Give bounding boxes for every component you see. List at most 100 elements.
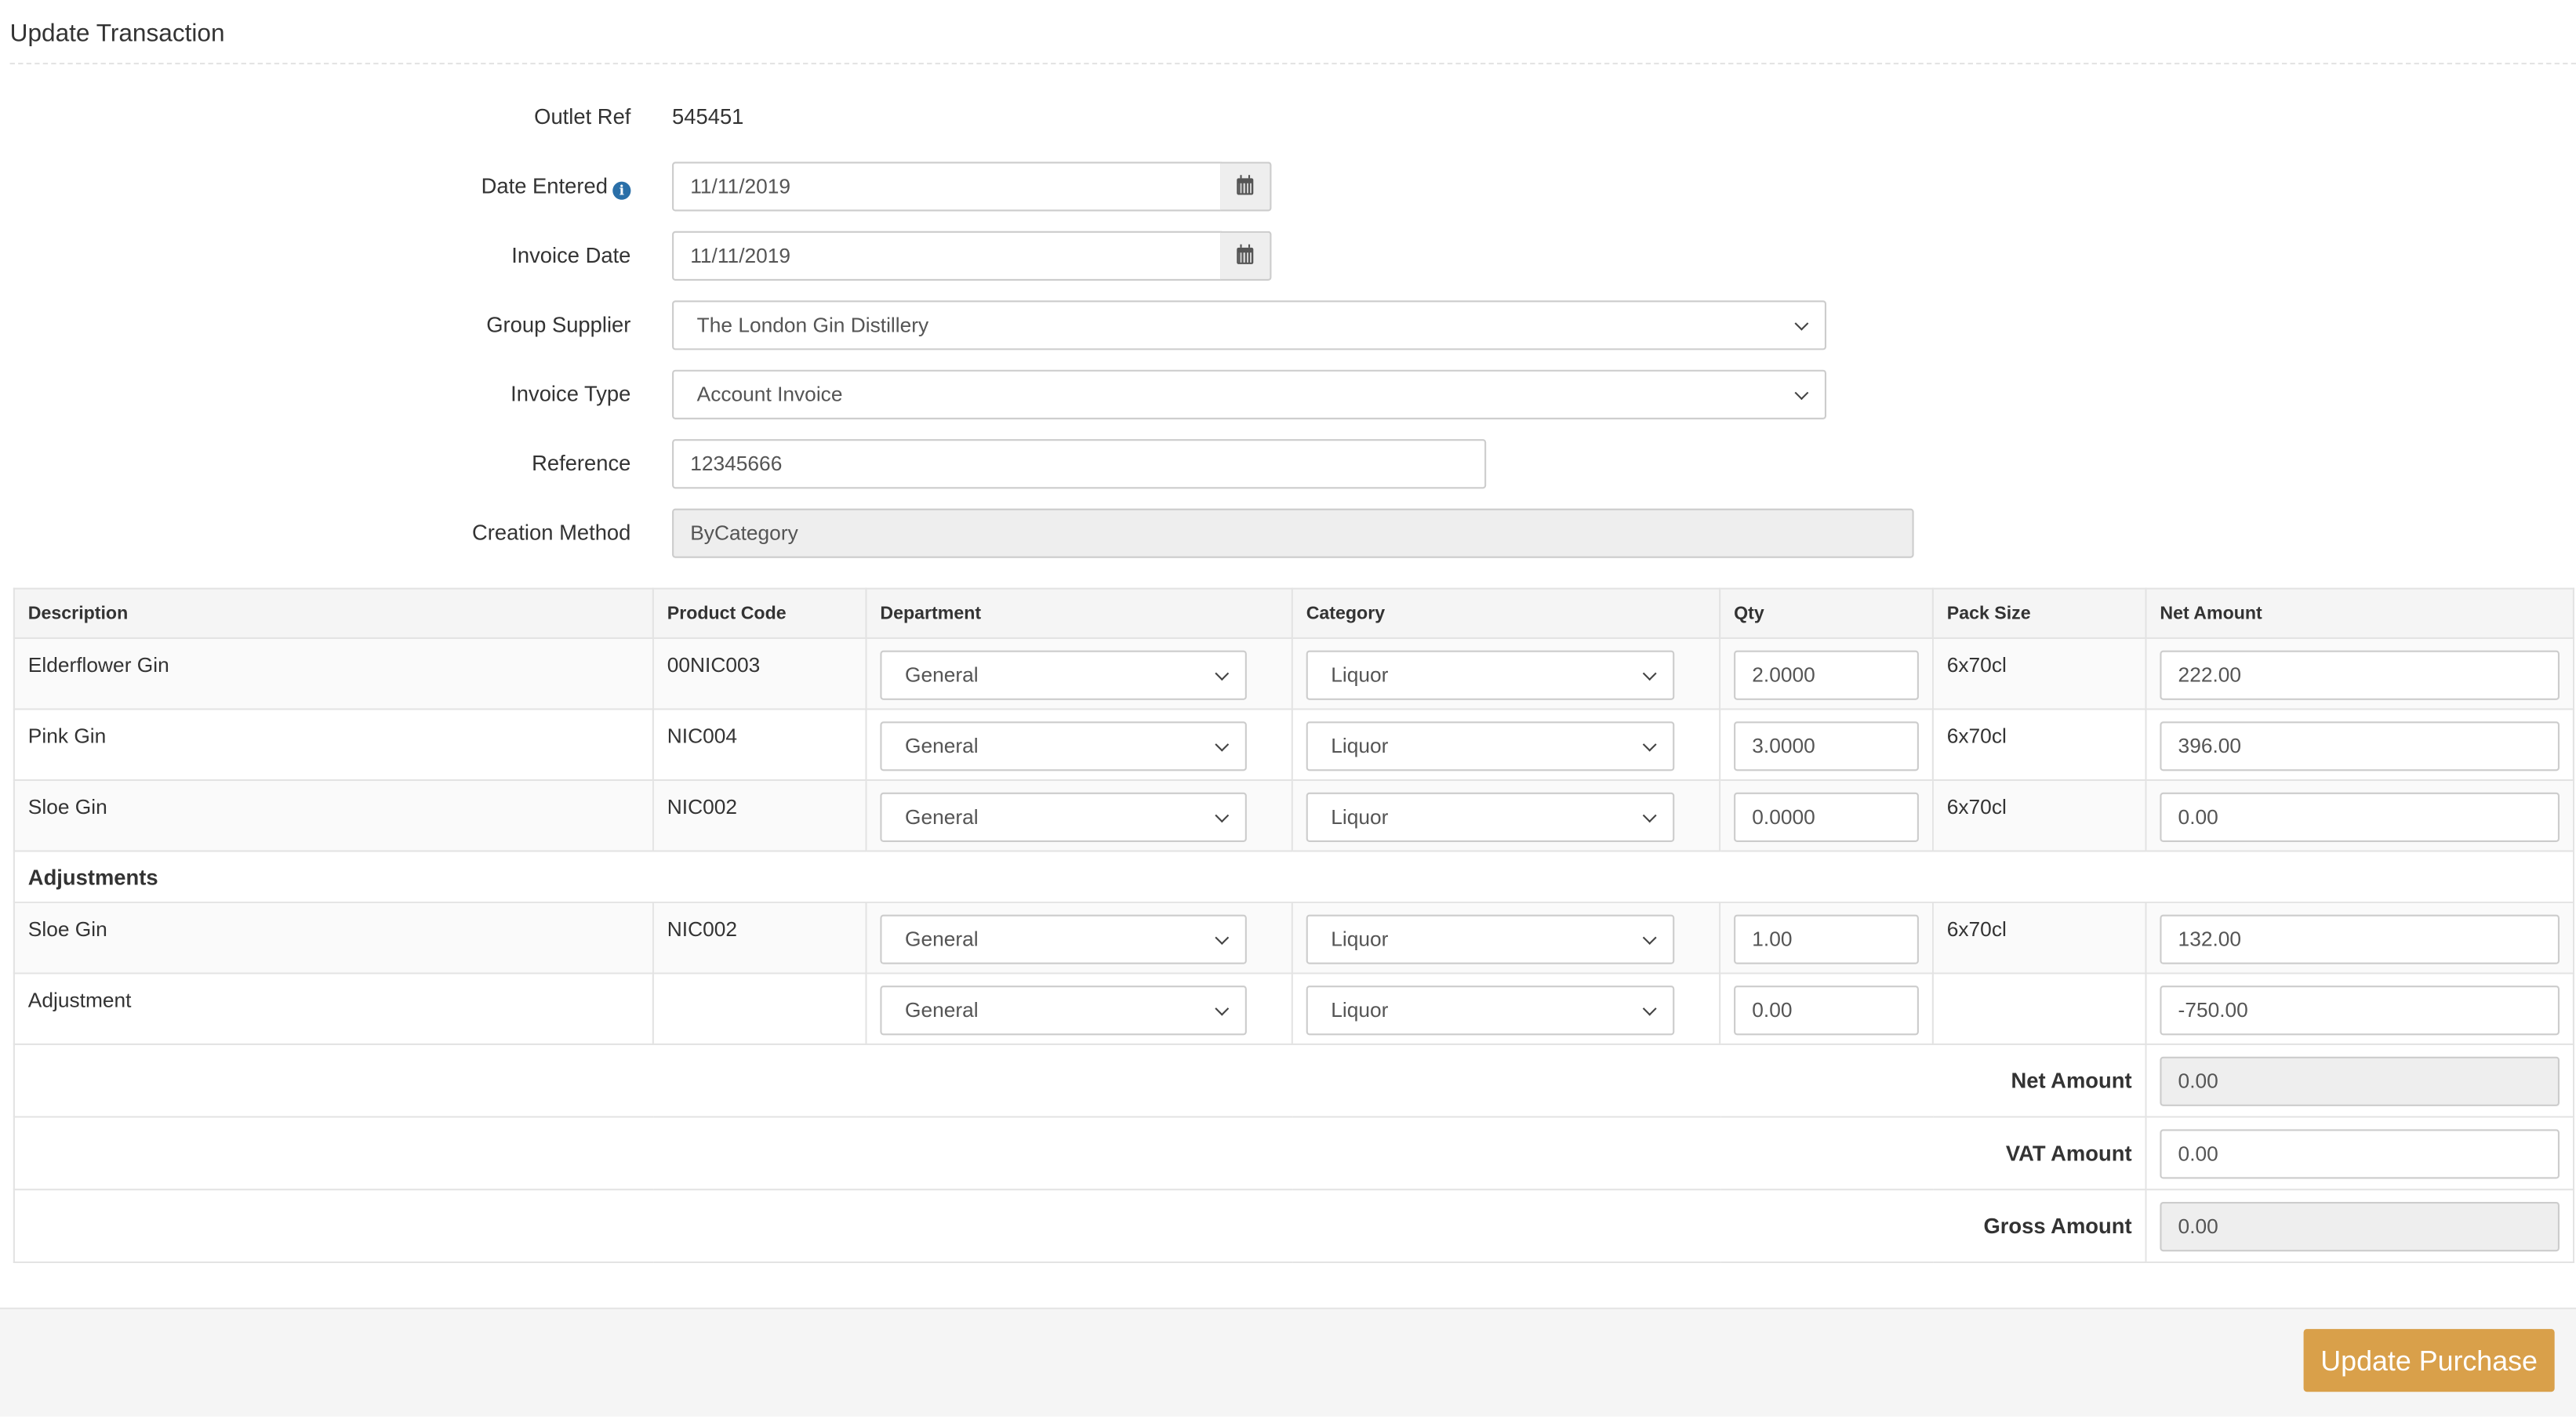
net-amount-total-input: 0.00 [2160, 1056, 2560, 1106]
column-header-category: Category [1291, 587, 1721, 639]
reference-row: Reference 12345666 [0, 439, 1982, 489]
net-amount-total-cell: 0.00 [2145, 1043, 2574, 1118]
category-select[interactable]: Liquor [1306, 721, 1675, 771]
category-value: Liquor [1331, 735, 1389, 758]
department-select[interactable]: General [880, 986, 1247, 1036]
invoice-date-input[interactable]: 11/11/2019 [672, 231, 1223, 281]
calendar-icon [1237, 175, 1254, 195]
qty-input[interactable]: 0.00 [1734, 986, 1919, 1036]
qty-input[interactable]: 1.00 [1734, 914, 1919, 964]
reference-input[interactable]: 12345666 [672, 439, 1487, 489]
net-amount-total-label-cell: Net Amount [13, 1043, 2147, 1118]
chevron-down-icon [1215, 666, 1230, 681]
category-select[interactable]: Liquor [1306, 986, 1675, 1036]
chevron-down-icon [1642, 666, 1657, 681]
qty-cell: 2.0000 [1719, 637, 1934, 710]
form-footer [0, 1307, 2576, 1417]
qty-cell: 0.00 [1719, 972, 1934, 1045]
net-amount-input[interactable]: 0.00 [2160, 792, 2560, 842]
invoice-type-label: Invoice Type [510, 381, 631, 407]
department-cell: General [865, 708, 1293, 782]
gross-amount-input: 0.00 [2160, 1202, 2560, 1252]
vat-amount-input[interactable]: 0.00 [2160, 1129, 2560, 1179]
qty-input[interactable]: 3.0000 [1734, 721, 1919, 771]
line-items-table: Description Product Code Department Cate… [13, 587, 2574, 1263]
description-text: Pink Gin [27, 724, 107, 748]
group-supplier-label: Group Supplier [486, 311, 631, 337]
column-header-qty: Qty [1719, 587, 1934, 639]
calendar-icon [1237, 244, 1254, 264]
qty-cell: 0.0000 [1719, 779, 1934, 852]
department-select[interactable]: General [880, 650, 1247, 700]
category-cell: Liquor [1291, 779, 1721, 852]
page-title: Update Transaction [9, 20, 225, 49]
net-amount-cell: 0.00 [2145, 779, 2574, 852]
chevron-down-icon [1215, 1001, 1230, 1016]
chevron-down-icon [1642, 808, 1657, 823]
department-select[interactable]: General [880, 792, 1247, 842]
reference-label: Reference [532, 450, 631, 476]
pack-size-cell: 6x70cl [1931, 901, 2147, 975]
net-amount-input[interactable]: 132.00 [2160, 914, 2560, 964]
date-entered-label-wrap: Date Entered i [481, 162, 631, 211]
department-select[interactable]: General [880, 914, 1247, 964]
pack-size-text: 6x70cl [1946, 653, 2007, 677]
net-amount-cell: 132.00 [2145, 901, 2574, 975]
date-entered-input[interactable]: 11/11/2019 [672, 162, 1223, 212]
chevron-down-icon [1215, 737, 1230, 752]
department-value: General [904, 927, 979, 951]
group-supplier-row: Group Supplier The London Gin Distillery [0, 300, 1982, 350]
net-amount-input[interactable]: 396.00 [2160, 721, 2560, 771]
invoice-type-select[interactable]: Account Invoice [672, 369, 1827, 419]
department-value: General [904, 805, 979, 829]
invoice-date-calendar-button[interactable] [1220, 231, 1272, 281]
column-header-department: Department [865, 587, 1293, 639]
description-cell: Pink Gin [13, 708, 654, 782]
category-select[interactable]: Liquor [1306, 650, 1675, 700]
gross-amount-cell: 0.00 [2145, 1189, 2574, 1263]
product-code-text: NIC002 [667, 795, 738, 819]
net-amount-input[interactable]: 222.00 [2160, 650, 2560, 700]
chevron-down-icon [1794, 386, 1809, 401]
invoice-type-row: Invoice Type Account Invoice [0, 369, 1982, 419]
group-supplier-value: The London Gin Distillery [696, 314, 929, 337]
title-divider [9, 63, 2576, 65]
net-amount-input[interactable]: -750.00 [2160, 986, 2560, 1036]
product-code-text: NIC004 [667, 724, 738, 748]
pack-size-text: 6x70cl [1946, 795, 2007, 819]
column-header-net-amount: Net Amount [2145, 587, 2574, 639]
adjustments-heading: Adjustments [13, 850, 2574, 903]
department-cell: General [865, 779, 1293, 852]
product-code-cell: 00NIC003 [652, 637, 867, 710]
product-code-cell: NIC002 [652, 779, 867, 852]
gross-amount-label: Gross Amount [1983, 1213, 2132, 1239]
date-entered-label: Date Entered [481, 173, 608, 198]
department-value: General [904, 735, 979, 758]
creation-method-input: ByCategory [672, 508, 1914, 558]
product-code-text [667, 974, 852, 989]
net-amount-total-label: Net Amount [2011, 1068, 2132, 1094]
gross-amount-total-row: Gross Amount 0.00 [13, 1189, 2574, 1263]
category-value: Liquor [1331, 999, 1389, 1022]
invoice-type-value: Account Invoice [696, 383, 843, 407]
group-supplier-select[interactable]: The London Gin Distillery [672, 300, 1827, 350]
category-select[interactable]: Liquor [1306, 914, 1675, 964]
pack-size-cell: 6x70cl [1931, 779, 2147, 852]
outlet-ref-row: Outlet Ref 545451 [0, 93, 1982, 142]
category-select[interactable]: Liquor [1306, 792, 1675, 842]
vat-amount-label: VAT Amount [2005, 1141, 2132, 1166]
category-value: Liquor [1331, 927, 1389, 951]
qty-input[interactable]: 0.0000 [1734, 792, 1919, 842]
info-icon[interactable]: i [612, 181, 631, 200]
invoice-date-row: Invoice Date 11/11/2019 [0, 231, 1982, 281]
qty-input[interactable]: 2.0000 [1734, 650, 1919, 700]
category-cell: Liquor [1291, 708, 1721, 782]
vat-amount-total-row: VAT Amount 0.00 [13, 1116, 2574, 1191]
creation-method-label: Creation Method [471, 520, 631, 545]
update-purchase-button[interactable]: Update Purchase [2303, 1329, 2555, 1392]
vat-amount-cell: 0.00 [2145, 1116, 2574, 1191]
chevron-down-icon [1642, 737, 1657, 752]
department-select[interactable]: General [880, 721, 1247, 771]
date-entered-calendar-button[interactable] [1220, 162, 1272, 212]
update-transaction-page: Update Transaction Outlet Ref 545451 Dat… [0, 0, 2576, 1417]
